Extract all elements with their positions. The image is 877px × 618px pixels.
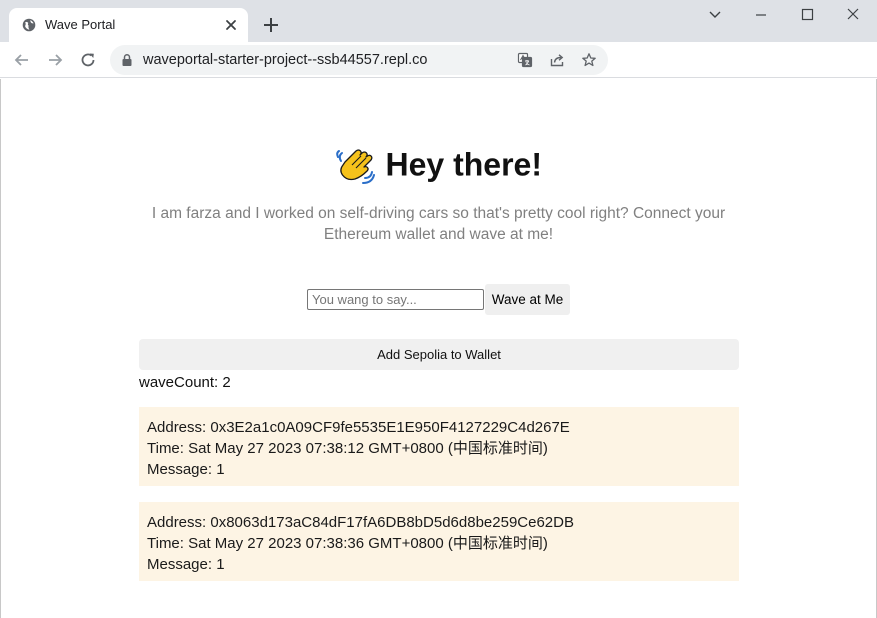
waving-hand-icon [336,149,376,184]
wave-card: Address: 0x3E2a1c0A09CF9fe5535E1E950F412… [139,407,739,486]
wave-card: Address: 0x8063d173aC84dF17fA6DB8bD5d6d8… [139,502,739,581]
tab-title: Wave Portal [45,17,116,32]
browser-toolbar: waveportal-starter-project--ssb44557.rep… [0,42,877,78]
add-sepolia-button[interactable]: Add Sepolia to Wallet [139,339,739,370]
wave-count: waveCount: 2 [139,374,231,391]
translate-icon[interactable] [517,52,533,68]
minimize-icon[interactable] [751,6,771,24]
lock-icon[interactable] [120,53,134,67]
back-arrow-icon[interactable] [13,51,31,69]
message-input[interactable] [307,289,484,310]
wave-time: Time: Sat May 27 2023 07:38:12 GMT+0800 … [147,440,548,457]
plus-icon[interactable] [262,16,280,34]
reload-icon[interactable] [79,51,97,69]
share-icon[interactable] [549,52,565,68]
wave-message: Message: 1 [147,556,225,573]
tab-strip: Wave Portal [0,0,877,42]
maximize-icon[interactable] [797,6,817,24]
page-header: Hey there! [0,145,877,185]
browser-tab[interactable]: Wave Portal [9,8,248,42]
wave-address: Address: 0x3E2a1c0A09CF9fe5535E1E950F412… [147,419,570,436]
address-bar[interactable]: waveportal-starter-project--ssb44557.rep… [110,45,608,75]
wave-time: Time: Sat May 27 2023 07:38:36 GMT+0800 … [147,535,548,552]
bio-text: I am farza and I worked on self-driving … [151,205,726,243]
globe-icon [22,18,36,32]
chevron-down-icon[interactable] [705,6,725,24]
close-icon[interactable] [224,18,238,32]
wave-address: Address: 0x8063d173aC84dF17fA6DB8bD5d6d8… [147,514,574,531]
window-close-icon[interactable] [843,6,863,24]
forward-arrow-icon[interactable] [46,51,64,69]
page-title: Hey there! [385,146,542,183]
star-icon[interactable] [581,52,597,68]
url-text[interactable]: waveportal-starter-project--ssb44557.rep… [143,52,428,68]
wave-button[interactable]: Wave at Me [485,284,570,315]
wave-message: Message: 1 [147,461,225,478]
